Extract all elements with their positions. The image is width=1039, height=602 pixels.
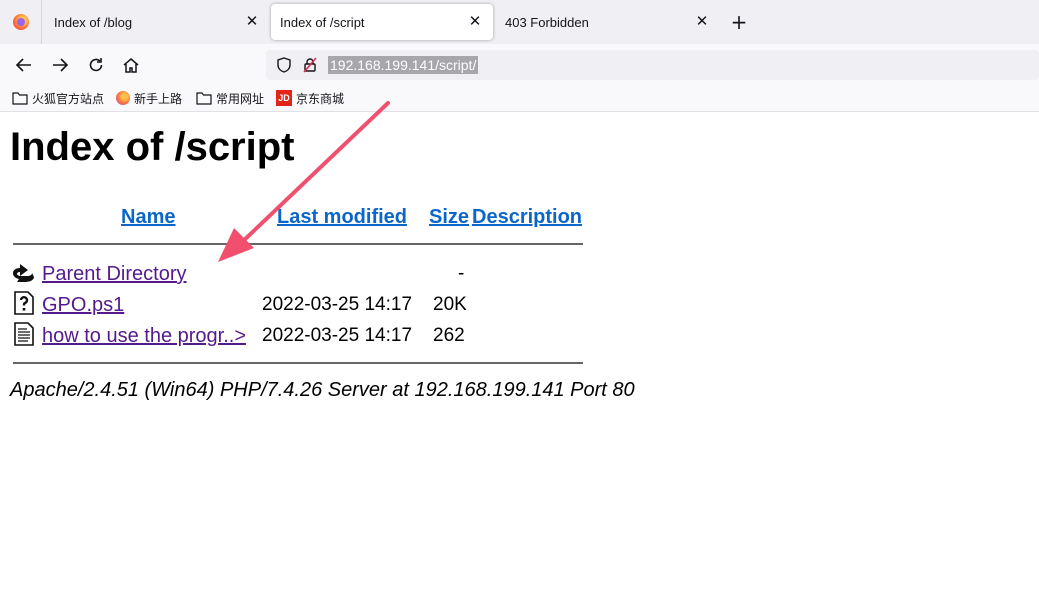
column-description-link[interactable]: Description [472,206,582,229]
tab-blog[interactable]: Index of /blog ✕ [42,4,270,40]
tab-label: 403 Forbidden [505,15,589,30]
new-tab-button[interactable]: + [729,12,749,32]
row-last-modified: 2022-03-25 14:17 [262,294,413,315]
firefox-menu-button[interactable] [0,0,42,44]
tab-forbidden[interactable]: 403 Forbidden ✕ [494,4,720,40]
bookmark-label: 新手上路 [134,91,183,106]
jd-icon: JD [276,90,292,106]
row-size: - [458,263,465,284]
arrow-left-icon [15,58,31,72]
server-signature: Apache/2.4.51 (Win64) PHP/7.4.26 Server … [10,379,635,401]
bookmark-label: 常用网址 [216,91,265,106]
unknown-file-icon [14,291,34,315]
reload-icon [89,58,103,72]
tab-label: Index of /script [280,15,365,30]
back-button[interactable] [13,54,35,76]
bookmarks-bar: 火狐官方站点 新手上路 常用网址 JD 京东商城 [0,84,1039,112]
firefox-icon [12,14,29,30]
folder-icon [12,91,28,105]
close-icon[interactable]: ✕ [467,13,483,29]
row-size: 20K [433,294,467,315]
page-content: Index of /script Name Last modified Size… [0,113,1039,602]
column-size-link[interactable]: Size [429,206,469,229]
insecure-lock-icon[interactable] [302,57,318,73]
home-icon [123,58,139,73]
url-input[interactable]: 192.168.199.141/script/ [328,56,479,74]
tab-label: Index of /blog [54,15,133,30]
bookmark-label: 火狐官方站点 [32,91,105,106]
tab-script[interactable]: Index of /script ✕ [271,4,493,40]
divider [13,362,583,364]
tab-strip: Index of /blog ✕ Index of /script ✕ 403 … [0,0,1039,44]
shield-icon[interactable] [276,57,292,73]
firefox-icon [116,91,130,105]
column-last-modified-link[interactable]: Last modified [277,206,407,229]
row-link-parent-directory[interactable]: Parent Directory [42,263,187,286]
back-icon [13,264,34,282]
bookmark-item[interactable]: 常用网址 [196,89,264,107]
divider [13,243,583,245]
row-link-how-to-use[interactable]: how to use the progr..> [42,325,246,348]
arrow-right-icon [53,58,69,72]
row-link-gpo[interactable]: GPO.ps1 [42,294,124,317]
close-icon[interactable]: ✕ [244,13,260,29]
bookmark-label: 京东商城 [296,91,345,106]
bookmark-item[interactable]: JD 京东商城 [276,89,344,107]
text-file-icon [14,322,34,346]
bookmark-item[interactable]: 火狐官方站点 [12,89,104,107]
home-button[interactable] [120,54,142,76]
page-title: Index of /script [10,125,295,169]
row-size: 262 [433,325,465,346]
row-last-modified: 2022-03-25 14:17 [262,325,413,346]
column-name-link[interactable]: Name [121,206,175,229]
url-bar[interactable]: 192.168.199.141/script/ [266,50,1039,80]
bookmark-item[interactable]: 新手上路 [116,89,182,107]
forward-button[interactable] [49,54,71,76]
folder-icon [196,91,212,105]
navigation-bar: 192.168.199.141/script/ [0,44,1039,84]
close-icon[interactable]: ✕ [694,13,710,29]
reload-button[interactable] [85,54,107,76]
